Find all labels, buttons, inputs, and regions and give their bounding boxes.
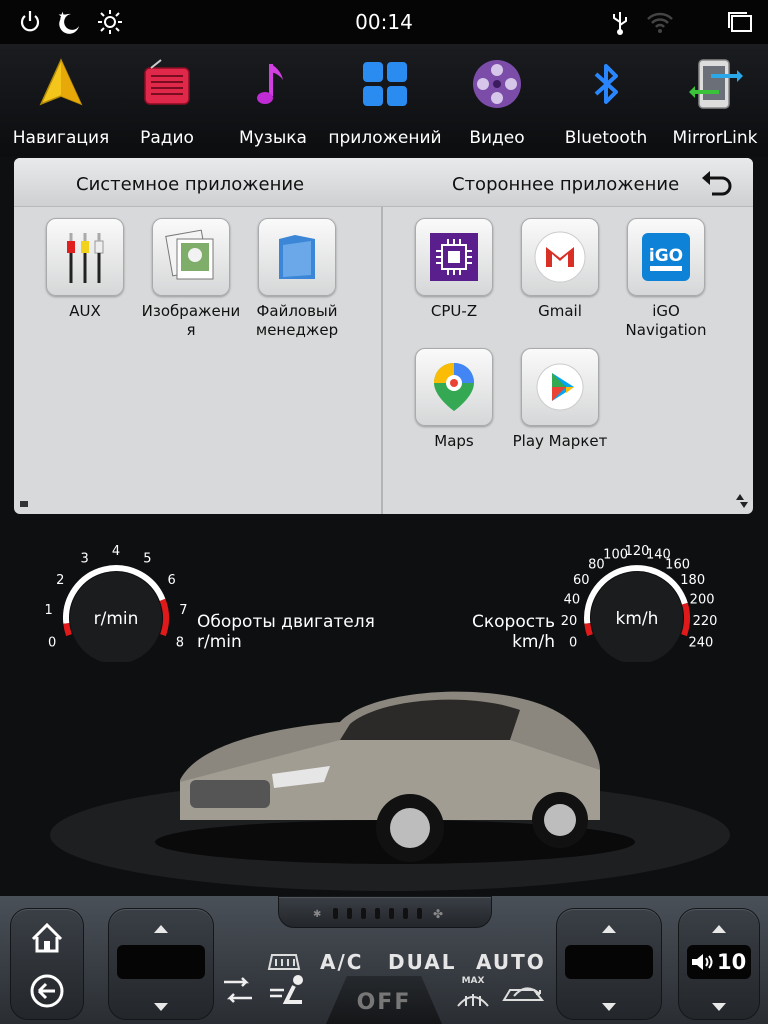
spd-tick-40: 40 <box>564 593 581 608</box>
svg-text:✱: ✱ <box>313 909 321 920</box>
navigation-arrow-icon <box>39 58 83 106</box>
auto-button[interactable]: AUTO <box>476 950 546 974</box>
dock-item-bluetooth[interactable]: Bluetooth <box>551 44 661 156</box>
panel-header: Системное приложение Стороннее приложени… <box>14 158 753 207</box>
rpm-tick-7: 7 <box>179 603 187 618</box>
ac-button[interactable]: A/C <box>320 950 363 974</box>
speed-gauge: 020406080100120140160180200220240 km/h <box>561 544 718 662</box>
speed-redline-arc <box>681 602 690 637</box>
bluetooth-icon <box>594 64 618 104</box>
spd-tick-240: 240 <box>688 635 713 650</box>
rpm-gauge: 0 12 3 4 5 67 8 r/min <box>44 544 188 662</box>
corner-handle-icon[interactable] <box>18 498 30 510</box>
recent-apps-icon[interactable] <box>726 8 754 36</box>
seat-airflow-icon[interactable] <box>268 972 314 1012</box>
off-button[interactable]: OFF <box>326 976 442 1024</box>
rpm-tick-6: 6 <box>168 573 176 588</box>
wifi-icon <box>647 12 673 33</box>
gallery-icon <box>165 229 214 280</box>
nav-buttons-panel <box>10 908 84 1020</box>
dock-item-mirrorlink[interactable]: MirrorLink <box>660 44 768 156</box>
spd-tick-60: 60 <box>573 573 590 588</box>
usb-icon <box>613 12 627 35</box>
rpm-tick-1: 1 <box>44 603 52 618</box>
left-temp-panel <box>108 908 214 1020</box>
dock-item-music[interactable]: Музыка <box>218 44 328 156</box>
app-dock: Навигация Радио Музыка приложений Видео … <box>0 44 768 156</box>
apps-grid-icon <box>363 62 407 106</box>
app-panel: Системное приложение Стороннее приложени… <box>14 158 753 514</box>
right-temp-down-button[interactable] <box>602 1003 616 1011</box>
air-recirculation-icon[interactable] <box>220 972 256 1008</box>
climate-control-bar: ✱ ✤ A/C DUAL AUTO OFF MAX 10 <box>0 896 768 1024</box>
radio-icon <box>144 59 190 105</box>
igo-navigation-icon: iGO <box>642 233 690 281</box>
rpm-start-arc <box>63 623 72 637</box>
spd-tick-0: 0 <box>569 635 577 650</box>
rpm-tick-8: 8 <box>176 635 184 650</box>
sort-arrows-icon[interactable] <box>732 492 750 510</box>
back-icon[interactable] <box>29 973 65 1009</box>
left-temp-display <box>117 945 205 979</box>
spd-tick-180: 180 <box>680 573 705 588</box>
third-party-apps-title[interactable]: Стороннее приложение <box>452 174 679 195</box>
rpm-tick-4: 4 <box>112 544 120 559</box>
music-note-icon <box>257 64 283 104</box>
aux-cables-icon <box>67 233 104 283</box>
rpm-tick-5: 5 <box>143 552 151 567</box>
back-arrow-icon[interactable] <box>700 168 734 198</box>
maps-pin-icon <box>434 363 474 411</box>
status-bar: ★ 00:14 <box>0 0 768 44</box>
svg-text:✤: ✤ <box>433 907 443 920</box>
speed-start-arc <box>584 623 593 637</box>
svg-text:iGO: iGO <box>649 246 683 266</box>
speaker-icon <box>692 954 713 970</box>
system-apps-title[interactable]: Системное приложение <box>76 174 304 195</box>
rear-defrost-icon[interactable] <box>266 951 302 973</box>
car-image <box>50 691 730 891</box>
left-temp-up-button[interactable] <box>154 925 168 933</box>
rpm-unit: r/min <box>94 609 139 629</box>
dock-item-navigation[interactable]: Навигация <box>6 44 116 156</box>
rpm-tick-0: 0 <box>48 635 56 650</box>
volume-panel: 10 <box>678 908 760 1020</box>
panel-divider <box>381 206 383 514</box>
speed-unit: km/h <box>616 609 659 629</box>
volume-display: 10 <box>687 945 751 979</box>
folder-icon <box>279 235 315 279</box>
cpu-chip-icon <box>430 233 478 281</box>
spd-tick-200: 200 <box>690 593 715 608</box>
dock-item-video[interactable]: Видео <box>442 44 552 156</box>
rpm-caption: Обороты двигателя r/min <box>197 612 375 652</box>
fan-speed-panel[interactable]: ✱ ✤ <box>278 896 492 928</box>
mirrorlink-icon <box>689 59 743 109</box>
right-temp-up-button[interactable] <box>602 925 616 933</box>
spd-tick-220: 220 <box>693 614 718 629</box>
volume-down-button[interactable] <box>712 1003 726 1011</box>
dock-item-radio[interactable]: Радио <box>112 44 222 156</box>
left-temp-down-button[interactable] <box>154 1003 168 1011</box>
spd-tick-20: 20 <box>561 614 578 629</box>
max-label: MAX <box>461 976 485 986</box>
volume-level: 10 <box>717 950 747 974</box>
home-icon[interactable] <box>29 921 65 955</box>
dual-button[interactable]: DUAL <box>388 950 456 974</box>
right-temp-display <box>565 945 653 979</box>
rpm-redline-arc <box>159 598 169 637</box>
max-defrost-button[interactable]: MAX <box>456 976 490 1012</box>
play-store-icon <box>536 363 584 411</box>
rpm-tick-2: 2 <box>56 573 64 588</box>
car-recirculation-icon[interactable] <box>500 980 552 1010</box>
video-reel-icon <box>473 60 521 108</box>
fan-speed-bars: ✱ ✤ <box>313 907 443 920</box>
volume-up-button[interactable] <box>712 925 726 933</box>
right-temp-panel <box>556 908 662 1020</box>
spd-tick-160: 160 <box>665 558 690 573</box>
gmail-icon <box>534 231 586 283</box>
speed-caption: Скорость km/h <box>472 612 555 652</box>
max-defrost-icon <box>457 994 489 1007</box>
dock-item-apps[interactable]: приложений <box>328 44 442 156</box>
rpm-tick-3: 3 <box>80 552 88 567</box>
